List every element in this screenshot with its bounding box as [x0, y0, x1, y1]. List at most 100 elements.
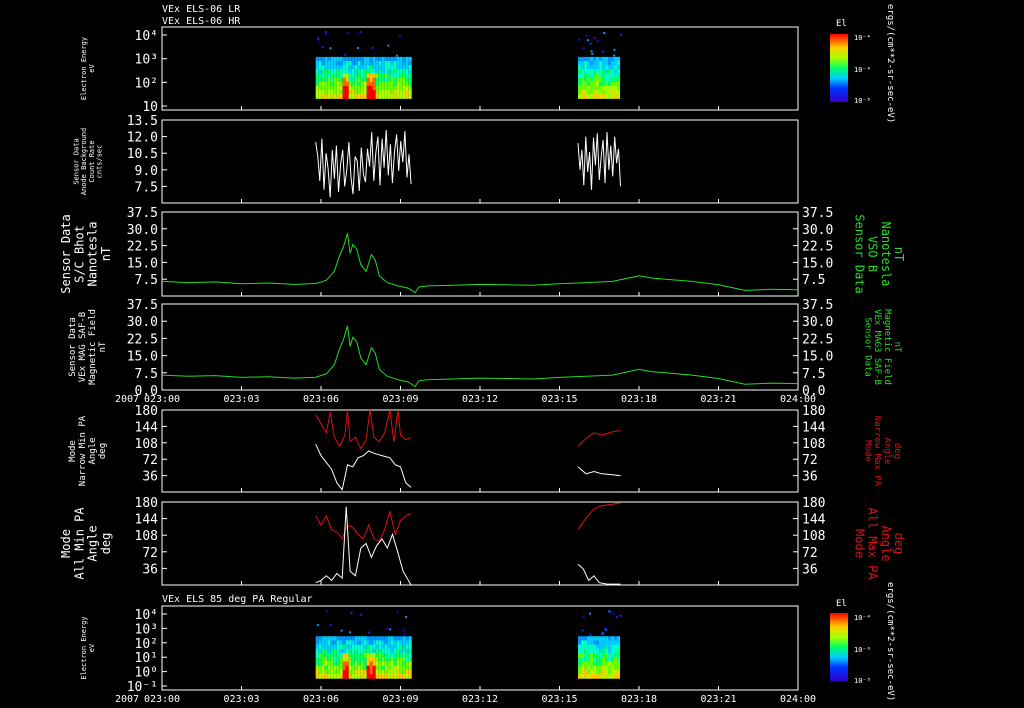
- panel-1-cell: [605, 81, 609, 87]
- panel-1-cell: [590, 94, 594, 99]
- panel-7-cell: [584, 644, 588, 650]
- panel-7-cell: [360, 665, 364, 671]
- panel-1-cell: [387, 94, 391, 99]
- colorbar-top-title: El: [836, 19, 847, 29]
- panel-1-cell: [617, 61, 621, 66]
- panel-1-cell: [590, 81, 594, 87]
- panel-7-ytick-label-1: 10³: [135, 622, 158, 637]
- panel-7-cell: [614, 674, 618, 679]
- panel-7-cell: [584, 653, 588, 658]
- panel-1-cell: [348, 77, 352, 83]
- panel-7-cell: [342, 657, 346, 662]
- panel-7-cell: [381, 640, 385, 646]
- panel-7-cell: [348, 669, 352, 675]
- panel-1-cell: [345, 94, 349, 99]
- panel-7-cell: [617, 653, 621, 658]
- panel-7-cell: [366, 657, 370, 662]
- panel-1-cell: [321, 56, 325, 62]
- panel-7-cell: [339, 644, 343, 650]
- panel-1-cell: [614, 69, 618, 74]
- panel-7-cell: [324, 636, 328, 641]
- panel-1-cell: [587, 85, 591, 91]
- panel-1-cell: [324, 77, 328, 83]
- panel-7-cell: [590, 657, 594, 662]
- panel-1-cell: [611, 65, 615, 70]
- panel-7-cell: [336, 653, 340, 658]
- panel-7: 10⁴10³10²10¹10⁰10⁻¹Electron Energy eV: [80, 605, 799, 695]
- panel-5-ytick-label-4: 36: [142, 470, 158, 485]
- panel-1-cell: [375, 65, 379, 70]
- panel-1-cell: [357, 73, 361, 79]
- panel-5-ytick-label-2: 108: [135, 437, 158, 452]
- panel-1-cell: [405, 90, 409, 95]
- panel-6-ylabel-right-3: deg: [892, 533, 906, 555]
- panel-1-cell: [384, 77, 388, 83]
- panel-1-cell: [602, 65, 606, 70]
- panel-7-cell: [318, 665, 322, 671]
- panel-4-ylabel-2: Magnetic Field: [88, 309, 98, 385]
- panel-1-cell: [357, 90, 361, 95]
- panel-7-cell: [345, 640, 349, 646]
- panel-1-cell: [318, 65, 322, 70]
- panel-7-cell: [608, 661, 612, 667]
- panel-7-cell: [330, 661, 334, 667]
- panel-1-cell: [339, 73, 343, 79]
- panel-1-cell: [321, 65, 325, 70]
- panel-1-cell: [408, 85, 412, 91]
- panel-7-cell: [587, 657, 591, 662]
- panel-7-cell: [399, 657, 403, 662]
- panel-1-cell: [360, 90, 364, 95]
- panel-1-cell: [318, 56, 322, 62]
- panel-1-cell: [393, 69, 397, 74]
- panel-7-cell: [318, 648, 322, 654]
- panel-1-cell: [396, 85, 400, 91]
- panel-7-cell: [399, 665, 403, 671]
- panel-1-cell: [336, 73, 340, 79]
- panel-1-cell: [378, 90, 382, 95]
- panel-4-ylabel-0: Sensor Data: [68, 317, 78, 377]
- panel-1-cell: [608, 65, 612, 70]
- panel-1-cell: [593, 61, 597, 66]
- panel-5-ytick-right-label-4: 36: [802, 470, 818, 485]
- panel-7-cell: [345, 653, 349, 658]
- panel-7-cell: [590, 644, 594, 650]
- panel-1-cell: [587, 69, 591, 74]
- panel-1-cell: [330, 90, 334, 95]
- panel-1-cell: [348, 69, 352, 74]
- panel-1-ytick-label-2: 10²: [135, 76, 158, 91]
- panel-7-cell: [593, 640, 597, 646]
- panel-7-cell: [339, 674, 343, 679]
- panel-1-cell: [375, 61, 379, 66]
- panel-1-ytick-label-3: 10: [142, 100, 158, 115]
- panel-2-frame: [161, 119, 799, 204]
- panel-7-cell: [321, 636, 325, 641]
- header-line-1: VEx ELS-06 LR: [162, 4, 241, 15]
- panel-7-cell: [342, 648, 346, 654]
- panel-1-cell: [354, 77, 358, 83]
- panel-1-cell: [324, 73, 328, 79]
- panel-7-cell: [387, 669, 391, 675]
- panel-1-cell: [584, 56, 588, 62]
- panel-7-cell: [339, 665, 343, 671]
- panel-7-cell: [608, 657, 612, 662]
- panel-7-cell: [336, 640, 340, 646]
- panel-1-cell: [402, 69, 406, 74]
- panel-1-cell: [596, 61, 600, 66]
- panel-1-cell: [578, 90, 582, 95]
- panel-1-cell: [345, 69, 349, 74]
- panel-1-cell: [593, 65, 597, 70]
- panel-1-cell: [315, 90, 319, 95]
- panel-7-cell: [372, 669, 376, 675]
- panel-7-cell: [581, 665, 585, 671]
- panel-1-cell: [378, 73, 382, 79]
- panel-7-cell: [384, 640, 388, 646]
- xtick-label-bottom-3: 023:09: [382, 694, 418, 705]
- panel-7-cell: [333, 653, 337, 658]
- panel-1-speck: [321, 46, 324, 49]
- panel-7-cell: [315, 636, 319, 641]
- panel-7-cell: [366, 640, 370, 646]
- panel-1-cell: [315, 65, 319, 70]
- panel-1-cell: [369, 85, 373, 91]
- panel-7-cell: [405, 665, 409, 671]
- panel-1-cell: [599, 69, 603, 74]
